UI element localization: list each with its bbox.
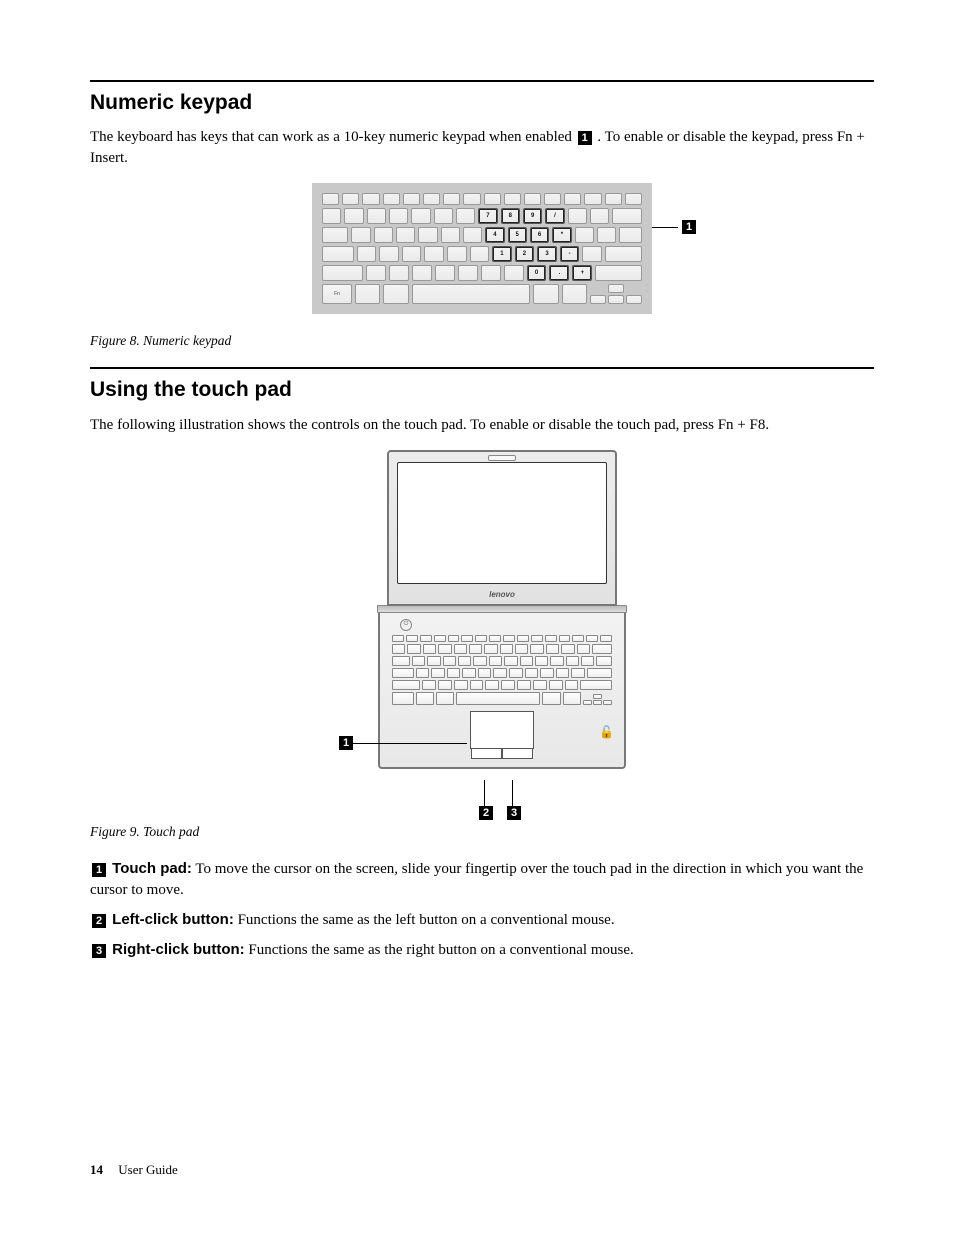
numpad-key: 2 bbox=[515, 246, 535, 262]
figure-8-block: 7 8 9 / 4 5 6 * 1 2 3 bbox=[90, 183, 874, 314]
brand-label: lenovo bbox=[389, 589, 615, 600]
list-callout-number: 2 bbox=[92, 914, 106, 928]
numeric-keypad-paragraph: The keyboard has keys that can work as a… bbox=[90, 127, 874, 169]
numpad-key: 9 bbox=[523, 208, 542, 224]
kb-row-5: Fn bbox=[322, 284, 642, 304]
laptop-base: ⏻ 🔓 bbox=[378, 613, 626, 769]
base-keyboard bbox=[392, 635, 612, 705]
list-item-text: Functions the same as the left button on… bbox=[234, 912, 615, 928]
list-callout-number: 3 bbox=[92, 944, 106, 958]
callout-leader-line bbox=[512, 780, 513, 806]
para-text-a: The keyboard has keys that can work as a… bbox=[90, 129, 576, 145]
callout-list-item: 3 Right-click button: Functions the same… bbox=[90, 939, 874, 961]
touch-pad-buttons bbox=[471, 749, 533, 759]
numpad-key: 8 bbox=[501, 208, 520, 224]
arrow-cluster bbox=[590, 284, 642, 304]
camera-notch bbox=[488, 455, 516, 461]
page-number: 14 bbox=[90, 1162, 103, 1177]
touch-pad-paragraph: The following illustration shows the con… bbox=[90, 415, 874, 436]
embedded-keyboard: 7 8 9 / 4 5 6 * 1 2 3 bbox=[312, 183, 652, 314]
laptop-lid: lenovo bbox=[387, 450, 617, 606]
section-rule bbox=[90, 367, 874, 369]
kb-row-3: 1 2 3 - bbox=[322, 246, 642, 262]
callout-list: 1 Touch pad: To move the cursor on the s… bbox=[90, 858, 874, 961]
figure-9-caption: Figure 9. Touch pad bbox=[90, 823, 874, 842]
kb-row-4: 0 . + bbox=[322, 265, 642, 281]
figure-8-callout-1: 1 bbox=[682, 220, 696, 234]
numpad-key: . bbox=[549, 265, 569, 281]
left-click-button bbox=[471, 749, 502, 759]
section-rule bbox=[90, 80, 874, 82]
numpad-key: 7 bbox=[478, 208, 497, 224]
figure-9-block: lenovo ⏻ 🔓 bbox=[90, 450, 874, 805]
numpad-key: / bbox=[545, 208, 564, 224]
laptop-screen bbox=[397, 462, 607, 584]
list-item-label: Touch pad: bbox=[108, 860, 192, 877]
heading-touch-pad: Using the touch pad bbox=[90, 375, 874, 404]
kb-row-1: 7 8 9 / bbox=[322, 208, 642, 224]
list-item-text: Functions the same as the right button o… bbox=[245, 942, 634, 958]
numpad-key: 3 bbox=[537, 246, 557, 262]
numpad-key: 0 bbox=[527, 265, 547, 281]
touch-pad-area bbox=[470, 711, 534, 749]
numpad-key: + bbox=[572, 265, 592, 281]
figure-9-callout-2: 2 bbox=[479, 806, 493, 820]
right-click-button bbox=[502, 749, 533, 759]
callout-leader-line bbox=[353, 743, 467, 744]
numpad-key: 6 bbox=[530, 227, 549, 243]
keyboard-illustration: 7 8 9 / 4 5 6 * 1 2 3 bbox=[312, 183, 652, 314]
numpad-key: * bbox=[552, 227, 571, 243]
numpad-key: 4 bbox=[485, 227, 504, 243]
hinge bbox=[377, 605, 627, 613]
footer-title: User Guide bbox=[118, 1162, 178, 1177]
callout-leader-line bbox=[652, 227, 678, 228]
inline-callout-1: 1 bbox=[578, 131, 592, 145]
kb-row-2: 4 5 6 * bbox=[322, 227, 642, 243]
kb-row-fn bbox=[322, 193, 642, 205]
list-item-label: Left-click button: bbox=[108, 911, 234, 928]
numpad-key: 1 bbox=[492, 246, 512, 262]
heading-numeric-keypad: Numeric keypad bbox=[90, 88, 874, 117]
list-item-label: Right-click button: bbox=[108, 941, 245, 958]
callout-leader-line bbox=[484, 780, 485, 806]
figure-8-caption: Figure 8. Numeric keypad bbox=[90, 332, 874, 351]
numpad-key: - bbox=[560, 246, 580, 262]
power-button-icon: ⏻ bbox=[400, 619, 412, 631]
numpad-key: 5 bbox=[508, 227, 527, 243]
callout-list-item: 2 Left-click button: Functions the same … bbox=[90, 909, 874, 931]
figure-9-callout-3: 3 bbox=[507, 806, 521, 820]
list-callout-number: 1 bbox=[92, 863, 106, 877]
page-footer: 14 User Guide bbox=[90, 1161, 874, 1179]
laptop-illustration: lenovo ⏻ 🔓 bbox=[337, 450, 627, 805]
list-item-text: To move the cursor on the screen, slide … bbox=[90, 861, 863, 898]
figure-9-callout-1: 1 bbox=[339, 736, 353, 750]
callout-list-item: 1 Touch pad: To move the cursor on the s… bbox=[90, 858, 874, 901]
lock-icon: 🔓 bbox=[599, 724, 614, 741]
